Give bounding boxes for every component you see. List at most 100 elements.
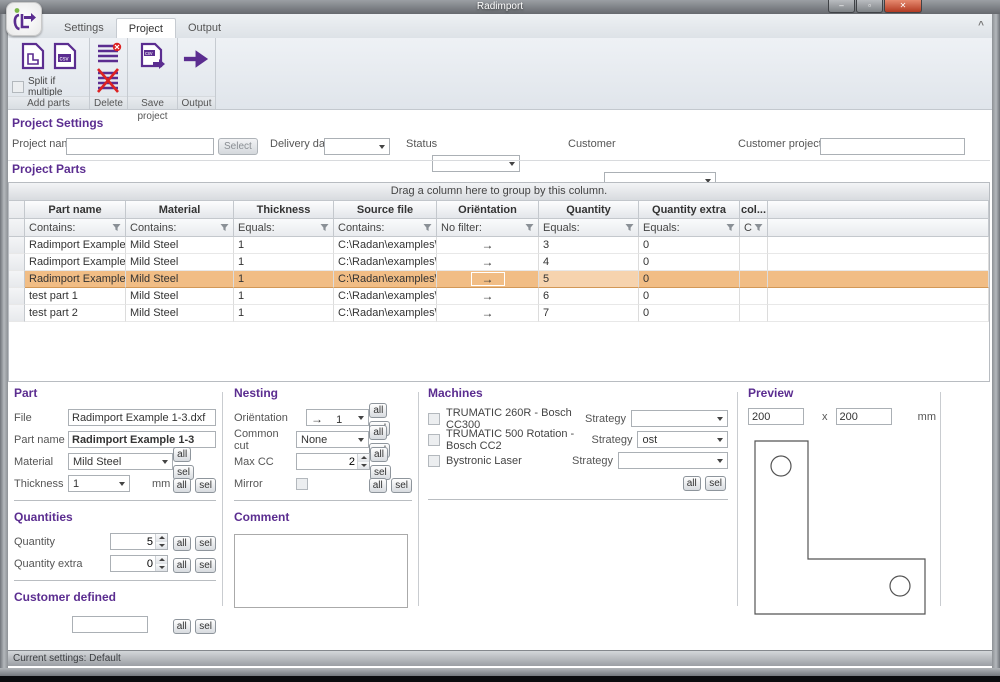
- max-cc-all-button[interactable]: all: [370, 447, 388, 462]
- quantity-extra-all-button[interactable]: all: [173, 558, 191, 573]
- cell-col[interactable]: [740, 305, 768, 322]
- mirror-checkbox[interactable]: [296, 478, 308, 490]
- column-header-part-name[interactable]: Part name: [25, 201, 126, 219]
- cell-part-name[interactable]: Radimport Example 1-3: [25, 271, 126, 288]
- column-header-quantity[interactable]: Quantity: [539, 201, 639, 219]
- material-all-button[interactable]: all: [173, 447, 191, 462]
- row-selector[interactable]: [9, 237, 25, 254]
- group-by-bar[interactable]: Drag a column here to group by this colu…: [9, 183, 989, 201]
- column-header-orientation[interactable]: Oriëntation: [437, 201, 539, 219]
- column-header-quantity-extra[interactable]: Quantity extra: [639, 201, 740, 219]
- max-cc-input[interactable]: [297, 454, 357, 469]
- spin-up-icon[interactable]: [156, 534, 167, 542]
- common-cut-all-button[interactable]: all: [369, 425, 387, 440]
- filter-part-name[interactable]: Contains:: [25, 219, 126, 237]
- project-name-input[interactable]: [66, 138, 214, 155]
- chevron-down-icon[interactable]: [713, 412, 726, 425]
- cell-thickness[interactable]: 1: [234, 254, 334, 271]
- cell-orientation[interactable]: →: [437, 305, 539, 322]
- tab-output[interactable]: Output: [176, 18, 233, 38]
- cell-material[interactable]: Mild Steel: [126, 254, 234, 271]
- comment-textarea[interactable]: [234, 534, 408, 608]
- add-csv-icon[interactable]: csv: [52, 42, 78, 70]
- cell-thickness[interactable]: 1: [234, 271, 334, 288]
- cell-part-name[interactable]: test part 2: [25, 305, 126, 322]
- cell-source-file[interactable]: C:\Radan\examples\Tutori...: [334, 305, 437, 322]
- thickness-sel-button[interactable]: sel: [195, 478, 216, 493]
- app-menu-button[interactable]: [6, 2, 42, 36]
- cell-material[interactable]: Mild Steel: [126, 288, 234, 305]
- delivery-date-select[interactable]: [324, 138, 390, 155]
- machines-sel-button[interactable]: sel: [705, 476, 726, 491]
- filter-funnel-icon[interactable]: [754, 223, 763, 232]
- chevron-down-icon[interactable]: [158, 455, 171, 468]
- cell-material[interactable]: Mild Steel: [126, 271, 234, 288]
- machine-2-strategy-select[interactable]: ost: [637, 431, 728, 448]
- cell-part-name[interactable]: test part 1: [25, 288, 126, 305]
- mirror-all-button[interactable]: all: [369, 478, 387, 493]
- cell-part-name[interactable]: Radimport Example 1-1: [25, 237, 126, 254]
- cell-quantity[interactable]: 4: [539, 254, 639, 271]
- spin-up-icon[interactable]: [358, 454, 369, 462]
- row-selector[interactable]: [9, 288, 25, 305]
- tab-settings[interactable]: Settings: [52, 18, 116, 38]
- orientation-all-button[interactable]: all: [369, 403, 387, 418]
- nesting-orientation-select[interactable]: → 1: [306, 409, 369, 426]
- filter-funnel-icon[interactable]: [423, 223, 432, 232]
- delete-parts-icon[interactable]: [96, 42, 122, 94]
- filter-funnel-icon[interactable]: [525, 223, 534, 232]
- cell-col[interactable]: [740, 288, 768, 305]
- maximize-button[interactable]: ▫: [856, 0, 883, 13]
- cell-source-file[interactable]: C:\Radan\examples\dxfs\...: [334, 271, 437, 288]
- chevron-down-icon[interactable]: [505, 157, 518, 170]
- chevron-down-icon[interactable]: [354, 433, 367, 446]
- filter-quantity[interactable]: Equals:: [539, 219, 639, 237]
- chevron-down-icon[interactable]: [115, 477, 128, 490]
- material-select[interactable]: Mild Steel: [68, 453, 173, 470]
- quantity-extra-input[interactable]: [111, 556, 155, 571]
- quantity-extra-sel-button[interactable]: sel: [195, 558, 216, 573]
- cell-source-file[interactable]: C:\Radan\examples\dxfs\...: [334, 237, 437, 254]
- cell-quantity-extra[interactable]: 0: [639, 254, 740, 271]
- cell-orientation-focused[interactable]: →: [437, 271, 539, 288]
- filter-funnel-icon[interactable]: [625, 223, 634, 232]
- cell-quantity-extra[interactable]: 0: [639, 271, 740, 288]
- filter-funnel-icon[interactable]: [220, 223, 229, 232]
- column-header-col[interactable]: col...: [740, 201, 768, 219]
- cell-col[interactable]: [740, 237, 768, 254]
- row-selector[interactable]: [9, 254, 25, 271]
- machine-3-strategy-select[interactable]: [618, 452, 728, 469]
- cell-source-file[interactable]: C:\Radan\examples\Tutori...: [334, 288, 437, 305]
- chevron-down-icon[interactable]: [354, 411, 367, 424]
- machine-3-checkbox[interactable]: [428, 455, 440, 467]
- cell-quantity-extra[interactable]: 0: [639, 288, 740, 305]
- chevron-down-icon[interactable]: [713, 433, 726, 446]
- cell-source-file[interactable]: C:\Radan\examples\dxfs\...: [334, 254, 437, 271]
- spin-down-icon[interactable]: [156, 542, 167, 550]
- cell-orientation[interactable]: →: [437, 254, 539, 271]
- filter-material[interactable]: Contains:: [126, 219, 234, 237]
- split-if-multiple-checkbox[interactable]: [12, 81, 24, 93]
- column-header-thickness[interactable]: Thickness: [234, 201, 334, 219]
- cell-quantity-extra[interactable]: 0: [639, 305, 740, 322]
- cell-col[interactable]: [740, 271, 768, 288]
- spin-down-icon[interactable]: [156, 564, 167, 572]
- row-selector[interactable]: [9, 271, 25, 288]
- minimize-button[interactable]: –: [828, 0, 855, 13]
- select-button[interactable]: Select: [218, 138, 258, 155]
- tab-project[interactable]: Project: [116, 18, 176, 38]
- thickness-all-button[interactable]: all: [173, 478, 191, 493]
- max-cc-stepper[interactable]: [296, 453, 370, 470]
- collapse-ribbon-icon[interactable]: ^: [978, 20, 984, 31]
- mirror-sel-button[interactable]: sel: [391, 478, 412, 493]
- spin-up-icon[interactable]: [156, 556, 167, 564]
- filter-funnel-icon[interactable]: [726, 223, 735, 232]
- quantity-extra-stepper[interactable]: [110, 555, 168, 572]
- quantity-stepper[interactable]: [110, 533, 168, 550]
- file-input[interactable]: [68, 409, 216, 426]
- filter-thickness[interactable]: Equals:: [234, 219, 334, 237]
- cell-quantity[interactable]: 5: [539, 271, 639, 288]
- customer-project-input[interactable]: [820, 138, 965, 155]
- cell-quantity[interactable]: 3: [539, 237, 639, 254]
- cell-thickness[interactable]: 1: [234, 237, 334, 254]
